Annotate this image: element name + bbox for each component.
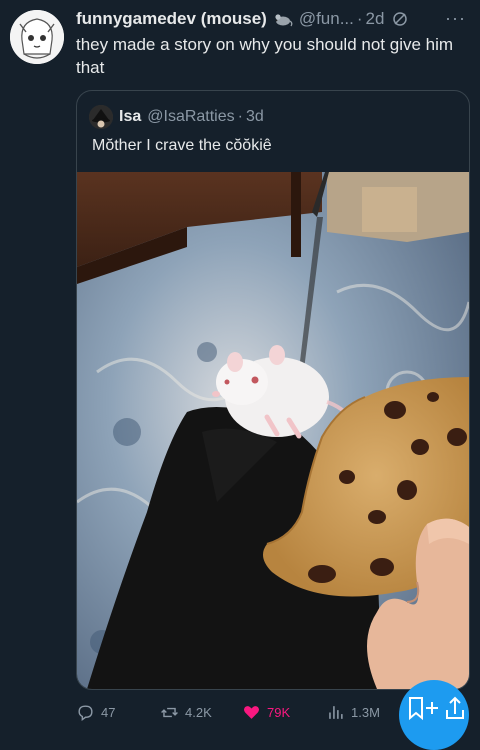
views-button[interactable]: 1.3M [326,703,380,722]
heart-icon [243,705,260,719]
quoted-text: Mŏther I crave the cŏŏkiê [92,137,272,154]
ellipsis-icon[interactable]: ··· [445,8,466,29]
author-handle[interactable]: @fun... [299,9,354,29]
reply-count: 47 [101,704,116,720]
author-avatar[interactable] [10,10,64,64]
bar-chart-icon [329,705,343,719]
reply-button[interactable]: 47 [76,703,115,722]
tweet[interactable]: funnygamedev (mouse) @fun... · 2d ··· th… [0,0,480,750]
reply-icon [78,704,93,721]
quoted-separator-dot: · [237,108,243,125]
repost-count: 4.2K [185,704,212,720]
mouse-icon [273,11,293,27]
quoted-post-time[interactable]: 3d [246,108,264,126]
post-time[interactable]: 2d [366,9,385,29]
quoted-author-name[interactable]: Isa [119,108,141,126]
tweet-header: funnygamedev (mouse) @fun... · 2d ··· [76,8,470,30]
author-name[interactable]: funnygamedev (mouse) [76,9,267,29]
separator-dot: · [356,9,363,28]
tweet-text: they made a story on why you should not … [76,35,454,77]
view-count: 1.3M [351,704,380,720]
bookmark-share-icon [409,696,464,721]
quoted-avatar[interactable] [89,105,113,129]
like-count: 79K [267,704,291,720]
quoted-photo[interactable] [77,172,469,689]
like-button[interactable]: 79K [242,703,290,722]
quoted-author-handle[interactable]: @IsaRatties [147,108,234,126]
repost-icon [161,707,178,717]
bookmark-share-button[interactable] [399,680,469,750]
quoted-tweet[interactable]: Isa @IsaRatties · 3d Mŏther I crave the … [76,90,470,690]
grok-icon[interactable] [392,11,408,27]
quoted-header: Isa @IsaRatties · 3d [89,105,264,129]
repost-button[interactable]: 4.2K [160,703,212,722]
